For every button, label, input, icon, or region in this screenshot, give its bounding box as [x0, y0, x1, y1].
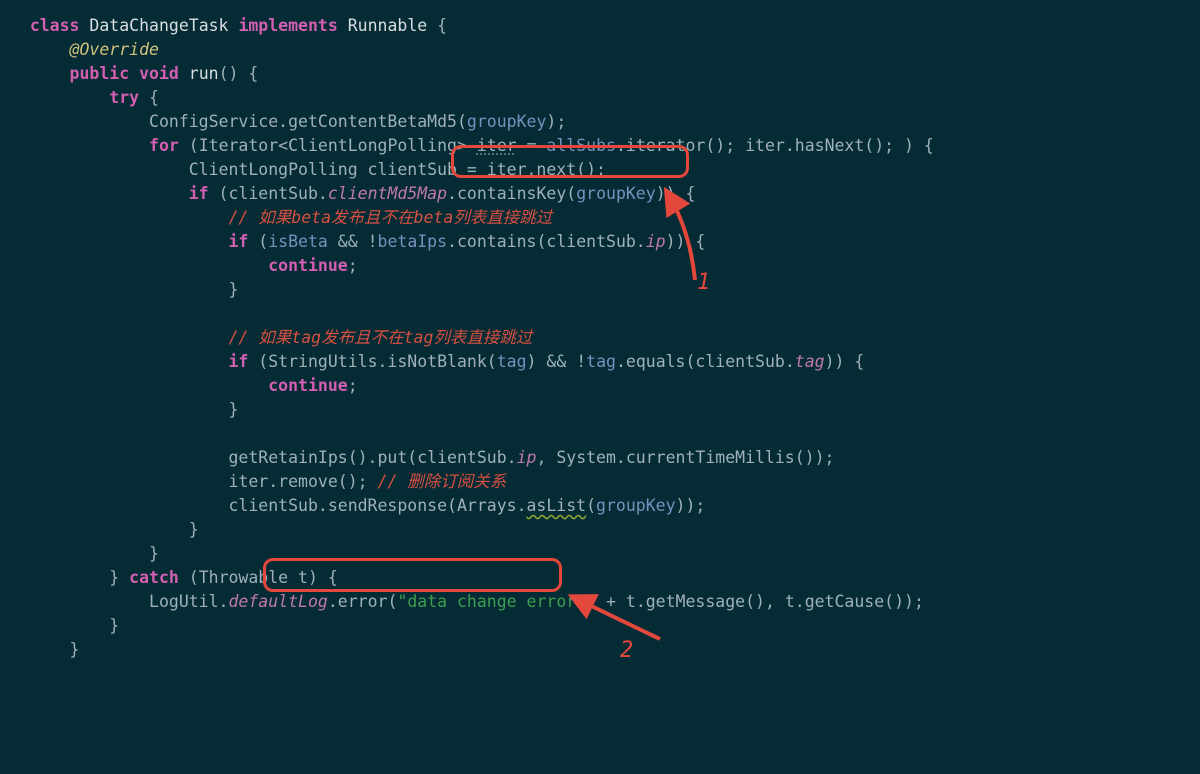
text: )); — [676, 496, 706, 515]
text: = — [517, 136, 547, 155]
code-editor[interactable]: class DataChangeTask implements Runnable… — [0, 0, 1200, 662]
text: + t.getMessage(), t.getCause()); — [596, 592, 924, 611]
field-tag: tag — [795, 352, 825, 371]
field-isbeta: isBeta — [268, 232, 328, 251]
text: .iterator(); iter.hasNext(); ) { — [616, 136, 934, 155]
semicolon: ; — [348, 376, 358, 395]
keyword-continue: continue — [268, 376, 347, 395]
keyword-implements: implements — [238, 16, 337, 35]
brace: } — [149, 544, 159, 563]
text: (clientSub. — [209, 184, 328, 203]
brace: { — [139, 88, 159, 107]
field-defaultlog: defaultLog — [229, 592, 328, 611]
comment-beta: // 如果beta发布且不在beta列表直接跳过 — [228, 208, 552, 227]
text: (Throwable t) { — [179, 568, 338, 587]
keyword-if: if — [228, 232, 248, 251]
var-iter: iter — [477, 136, 517, 155]
field-clientmd5map: clientMd5Map — [328, 184, 447, 203]
text: LogUtil. — [149, 592, 228, 611]
text: getRetainIps().put(clientSub. — [228, 448, 516, 467]
string-literal: "data change error:" — [397, 592, 596, 611]
text: ); — [546, 112, 566, 131]
class-name: DataChangeTask — [89, 16, 228, 35]
text: , System.currentTimeMillis()); — [536, 448, 834, 467]
brace: } — [228, 400, 238, 419]
text: clientSub.sendResponse(Arrays. — [228, 496, 526, 515]
text: .contains(clientSub. — [447, 232, 646, 251]
param-groupkey: groupKey — [596, 496, 675, 515]
text: )) { — [656, 184, 696, 203]
keyword-for: for — [149, 136, 179, 155]
keyword-if: if — [228, 352, 248, 371]
keyword-void: void — [139, 64, 179, 83]
text: ( — [586, 496, 596, 515]
semicolon: ; — [348, 256, 358, 275]
annotation-override: @Override — [70, 40, 159, 59]
brace: } — [70, 640, 80, 659]
field-ip: ip — [646, 232, 666, 251]
comment-tag: // 如果tag发布且不在tag列表直接跳过 — [228, 328, 532, 347]
param-groupkey: groupKey — [467, 112, 546, 131]
method-run: run — [189, 64, 219, 83]
text: ConfigService.getContentBetaMd5( — [149, 112, 467, 131]
text: ( — [248, 232, 268, 251]
keyword-catch: catch — [129, 568, 179, 587]
text: .error( — [328, 592, 398, 611]
text: )) { — [825, 352, 865, 371]
text: iter.remove(); — [228, 472, 377, 491]
keyword-class: class — [30, 16, 80, 35]
text: (Iterator<ClientLongPolling> — [179, 136, 477, 155]
brace: } — [189, 520, 199, 539]
text: (StringUtils.isNotBlank( — [248, 352, 496, 371]
field-betaips: betaIps — [378, 232, 448, 251]
brace: } — [228, 280, 238, 299]
keyword-continue: continue — [268, 256, 347, 275]
keyword-if: if — [189, 184, 209, 203]
param-tag: tag — [497, 352, 527, 371]
field-ip: ip — [517, 448, 537, 467]
keyword-try: try — [109, 88, 139, 107]
text: )) { — [666, 232, 706, 251]
brace: } — [109, 568, 129, 587]
param-groupkey: groupKey — [576, 184, 655, 203]
interface-name: Runnable — [348, 16, 427, 35]
comment-remove: // 删除订阅关系 — [378, 472, 507, 491]
param-tag: tag — [586, 352, 616, 371]
brace: { — [427, 16, 447, 35]
text: && ! — [328, 232, 378, 251]
brace: } — [109, 616, 119, 635]
method-aslist: asList — [527, 496, 587, 515]
keyword-public: public — [70, 64, 130, 83]
text: ClientLongPolling clientSub = iter.next(… — [189, 160, 606, 179]
field-allsubs: allSubs — [546, 136, 616, 155]
text: ) && ! — [527, 352, 587, 371]
text: () { — [219, 64, 259, 83]
text: .containsKey( — [447, 184, 576, 203]
text: .equals(clientSub. — [616, 352, 795, 371]
